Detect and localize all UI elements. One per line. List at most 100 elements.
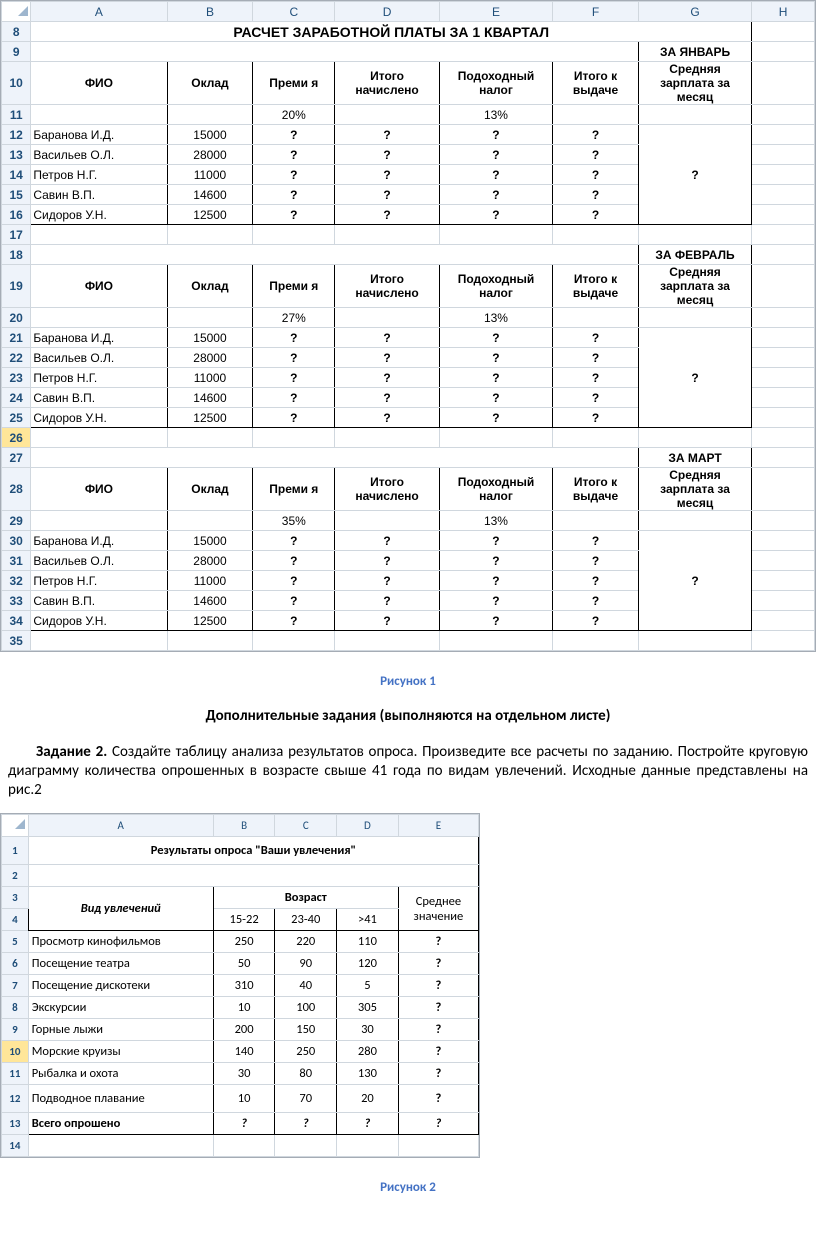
th-vozrast[interactable]: Возраст: [213, 887, 398, 909]
th-avg[interactable]: Среднее значение: [398, 887, 478, 931]
cell[interactable]: [439, 225, 552, 245]
cell[interactable]: [752, 42, 815, 62]
q[interactable]: ?: [213, 1113, 275, 1135]
cell[interactable]: [752, 468, 815, 511]
q[interactable]: ?: [398, 1063, 478, 1085]
col-header[interactable]: A: [28, 815, 213, 837]
cell[interactable]: [253, 225, 335, 245]
row-header[interactable]: 16: [2, 205, 31, 225]
cell[interactable]: [752, 145, 815, 165]
q[interactable]: ?: [253, 388, 335, 408]
row-header[interactable]: 31: [2, 551, 31, 571]
person-name[interactable]: Сидоров У.Н.: [31, 408, 167, 428]
val[interactable]: 20: [337, 1085, 399, 1113]
tax-pct[interactable]: 13%: [439, 511, 552, 531]
cell[interactable]: [337, 1135, 399, 1157]
q[interactable]: ?: [335, 165, 440, 185]
person-name[interactable]: Васильев О.Л.: [31, 145, 167, 165]
q[interactable]: ?: [553, 408, 639, 428]
oklad[interactable]: 28000: [167, 348, 253, 368]
select-all-corner[interactable]: [2, 2, 31, 22]
th-itogo-n[interactable]: Итого начислено: [335, 468, 440, 511]
oklad[interactable]: 11000: [167, 368, 253, 388]
q[interactable]: ?: [439, 571, 552, 591]
q[interactable]: ?: [253, 205, 335, 225]
cell[interactable]: [335, 631, 440, 651]
q[interactable]: ?: [439, 348, 552, 368]
cell[interactable]: [253, 631, 335, 651]
th-sred[interactable]: Средняя зарплата за месяц: [638, 265, 751, 308]
row-header-selected[interactable]: 10: [2, 1041, 29, 1063]
col-header[interactable]: B: [213, 815, 275, 837]
row-header[interactable]: 7: [2, 975, 29, 997]
person-name[interactable]: Савин В.П.: [31, 185, 167, 205]
q[interactable]: ?: [439, 328, 552, 348]
person-name[interactable]: Сидоров У.Н.: [31, 611, 167, 631]
q[interactable]: ?: [553, 165, 639, 185]
val[interactable]: 220: [275, 931, 337, 953]
oklad[interactable]: 28000: [167, 145, 253, 165]
q[interactable]: ?: [553, 328, 639, 348]
cell[interactable]: [752, 245, 815, 265]
th-itogo-v[interactable]: Итого к выдаче: [553, 62, 639, 105]
person-name[interactable]: Васильев О.Л.: [31, 551, 167, 571]
th-age[interactable]: 15-22: [213, 909, 275, 931]
row-header[interactable]: 3: [2, 887, 29, 909]
row-header[interactable]: 10: [2, 62, 31, 105]
val[interactable]: 90: [275, 953, 337, 975]
val[interactable]: 140: [213, 1041, 275, 1063]
cell[interactable]: [638, 308, 751, 328]
cell[interactable]: [253, 428, 335, 448]
tax-pct[interactable]: 13%: [439, 105, 552, 125]
oklad[interactable]: 15000: [167, 531, 253, 551]
th-fio[interactable]: ФИО: [31, 265, 167, 308]
val[interactable]: 30: [213, 1063, 275, 1085]
cell[interactable]: [167, 428, 253, 448]
row-header[interactable]: 20: [2, 308, 31, 328]
th-prem[interactable]: Преми я: [253, 468, 335, 511]
person-name[interactable]: Савин В.П.: [31, 591, 167, 611]
hobby-name[interactable]: Посещение дискотеки: [28, 975, 213, 997]
oklad[interactable]: 15000: [167, 328, 253, 348]
th-podoh[interactable]: Подоходный налог: [439, 265, 552, 308]
q[interactable]: ?: [398, 953, 478, 975]
th-age[interactable]: 23-40: [275, 909, 337, 931]
cell[interactable]: [752, 348, 815, 368]
row-header[interactable]: 2: [2, 865, 29, 887]
cell[interactable]: [752, 611, 815, 631]
tax-pct[interactable]: 13%: [439, 308, 552, 328]
prem-pct[interactable]: 20%: [253, 105, 335, 125]
q[interactable]: ?: [253, 408, 335, 428]
cell[interactable]: [752, 225, 815, 245]
cell[interactable]: [638, 511, 751, 531]
q[interactable]: ?: [553, 145, 639, 165]
cell[interactable]: [752, 265, 815, 308]
cell[interactable]: [167, 511, 253, 531]
cell[interactable]: [752, 22, 815, 42]
row-header[interactable]: 17: [2, 225, 31, 245]
cell[interactable]: [335, 428, 440, 448]
q[interactable]: ?: [335, 591, 440, 611]
q[interactable]: ?: [335, 185, 440, 205]
cell[interactable]: [167, 631, 253, 651]
q[interactable]: ?: [335, 551, 440, 571]
oklad[interactable]: 15000: [167, 125, 253, 145]
row-header[interactable]: 5: [2, 931, 29, 953]
oklad[interactable]: 11000: [167, 571, 253, 591]
oklad[interactable]: 14600: [167, 185, 253, 205]
cell[interactable]: [752, 408, 815, 428]
cell[interactable]: [752, 448, 815, 468]
month-label[interactable]: ЗА МАРТ: [638, 448, 751, 468]
q[interactable]: ?: [398, 975, 478, 997]
q[interactable]: ?: [253, 165, 335, 185]
select-all-corner[interactable]: [2, 815, 29, 837]
q[interactable]: ?: [335, 348, 440, 368]
cell[interactable]: [275, 1135, 337, 1157]
th-prem[interactable]: Преми я: [253, 265, 335, 308]
hobby-name[interactable]: Просмотр кинофильмов: [28, 931, 213, 953]
col-header[interactable]: E: [439, 2, 552, 22]
month-label[interactable]: ЗА ЯНВАРЬ: [638, 42, 751, 62]
q[interactable]: ?: [335, 611, 440, 631]
row-header-selected[interactable]: 26: [2, 428, 31, 448]
q[interactable]: ?: [337, 1113, 399, 1135]
